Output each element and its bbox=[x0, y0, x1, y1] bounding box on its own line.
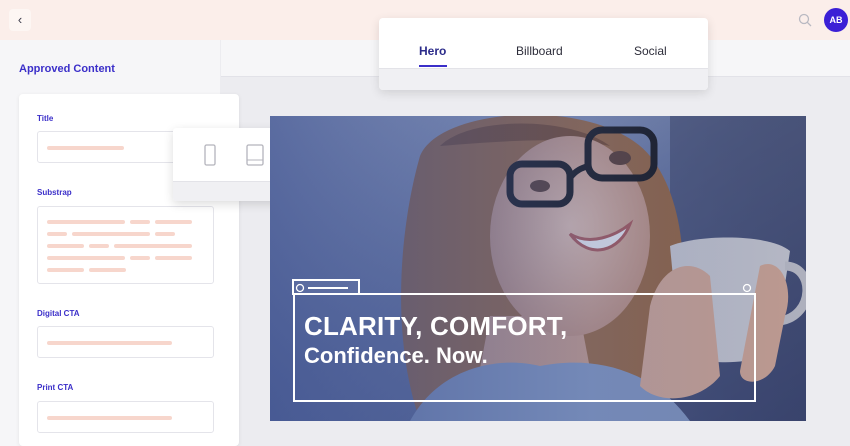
sidebar-title: Approved Content bbox=[19, 63, 115, 75]
hero-headline-line2: Confidence. Now. bbox=[304, 343, 488, 368]
mobile-icon[interactable] bbox=[204, 144, 216, 166]
chevron-left-icon: ‹ bbox=[17, 12, 23, 27]
field-label-substrap: Substrap bbox=[37, 188, 72, 197]
field-label-digital-cta: Digital CTA bbox=[37, 309, 80, 318]
tab-hero[interactable]: Hero bbox=[419, 44, 446, 58]
field-label-title: Title bbox=[37, 114, 54, 123]
tablet-icon[interactable] bbox=[246, 144, 264, 166]
search-icon[interactable] bbox=[797, 12, 813, 28]
tab-social[interactable]: Social bbox=[634, 44, 667, 58]
active-tab-indicator bbox=[419, 65, 447, 67]
print-cta-field[interactable] bbox=[37, 401, 214, 433]
back-button[interactable]: ‹ bbox=[9, 9, 31, 31]
digital-cta-field[interactable] bbox=[37, 326, 214, 358]
field-label-print-cta: Print CTA bbox=[37, 383, 74, 392]
avatar[interactable]: AB bbox=[824, 8, 848, 32]
hero-headline-line1: CLARITY, COMFORT, bbox=[304, 311, 568, 341]
tab-billboard[interactable]: Billboard bbox=[516, 44, 563, 58]
sidebar: Approved Content Title Substrap Digital … bbox=[0, 40, 239, 446]
tabs-footer bbox=[379, 68, 708, 90]
hero-preview: CLARITY, COMFORT, Confidence. Now. bbox=[270, 116, 806, 421]
format-tabs-card: Hero Billboard Social bbox=[379, 18, 708, 90]
substrap-field[interactable] bbox=[37, 206, 214, 284]
frame-corner-icon bbox=[742, 283, 752, 293]
